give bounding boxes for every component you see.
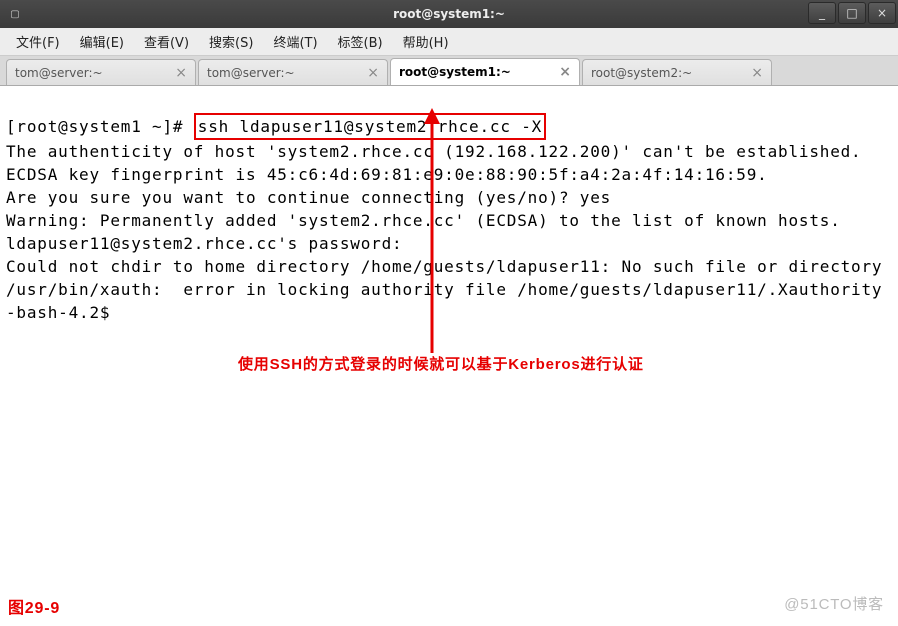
window-controls: _ □ × [808, 0, 898, 28]
menu-tabs[interactable]: 标签(B) [328, 28, 393, 55]
close-icon[interactable]: × [175, 65, 187, 81]
output-line: Are you sure you want to continue connec… [6, 186, 892, 209]
menu-file[interactable]: 文件(F) [6, 28, 70, 55]
close-button[interactable]: × [868, 2, 896, 24]
close-icon[interactable]: × [367, 65, 379, 81]
terminal-content[interactable]: [root@system1 ~]# ssh ldapuser11@system2… [0, 86, 898, 626]
close-icon[interactable]: × [559, 64, 571, 80]
prompt: [root@system1 ~]# [6, 117, 194, 136]
menubar: 文件(F) 编辑(E) 查看(V) 搜索(S) 终端(T) 标签(B) 帮助(H… [0, 28, 898, 56]
menu-edit[interactable]: 编辑(E) [70, 28, 134, 55]
watermark: @51CTO博客 [784, 593, 884, 616]
output-line: Warning: Permanently added 'system2.rhce… [6, 209, 892, 232]
tab-tom-server-1[interactable]: tom@server:~ × [6, 59, 196, 85]
menu-help[interactable]: 帮助(H) [393, 28, 459, 55]
menu-view[interactable]: 查看(V) [134, 28, 199, 55]
output-line: Could not chdir to home directory /home/… [6, 255, 892, 278]
tab-label: root@system1:~ [399, 65, 553, 79]
output-line: /usr/bin/xauth: error in locking authori… [6, 278, 892, 301]
output-line: ldapuser11@system2.rhce.cc's password: [6, 232, 892, 255]
terminal-icon: ▢ [6, 5, 24, 23]
tab-root-system2[interactable]: root@system2:~ × [582, 59, 772, 85]
tab-root-system1[interactable]: root@system1:~ × [390, 58, 580, 85]
maximize-button[interactable]: □ [838, 2, 866, 24]
output-line: The authenticity of host 'system2.rhce.c… [6, 140, 892, 163]
window-title: root@system1:~ [0, 7, 898, 21]
output-line: -bash-4.2$ [6, 301, 892, 324]
command-highlight: ssh ldapuser11@system2.rhce.cc -X [194, 113, 546, 140]
tab-label: tom@server:~ [207, 66, 361, 80]
output-line: ECDSA key fingerprint is 45:c6:4d:69:81:… [6, 163, 892, 186]
figure-label: 图29-9 [8, 597, 60, 620]
menu-search[interactable]: 搜索(S) [199, 28, 263, 55]
tab-tom-server-2[interactable]: tom@server:~ × [198, 59, 388, 85]
close-icon[interactable]: × [751, 65, 763, 81]
titlebar: ▢ root@system1:~ _ □ × [0, 0, 898, 28]
tab-label: tom@server:~ [15, 66, 169, 80]
annotation-text: 使用SSH的方式登录的时候就可以基于Kerberos进行认证 [238, 353, 644, 376]
menu-terminal[interactable]: 终端(T) [263, 28, 327, 55]
tab-label: root@system2:~ [591, 66, 745, 80]
tabbar: tom@server:~ × tom@server:~ × root@syste… [0, 56, 898, 86]
minimize-button[interactable]: _ [808, 2, 836, 24]
